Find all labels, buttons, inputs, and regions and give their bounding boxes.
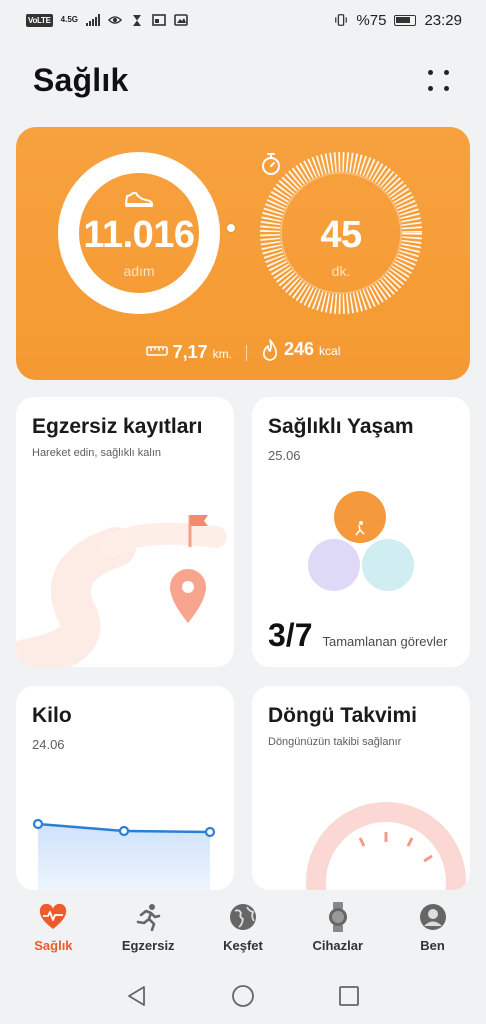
cycle-calendar-card[interactable]: Döngü Takvimi Döngünüzün takibi sağlanır [252, 686, 470, 890]
shoe-icon [123, 188, 155, 210]
nav-label-devices: Cihazlar [312, 938, 364, 953]
flame-icon [261, 339, 279, 366]
bottom-navigation: Sağlık Egzersiz Keşfet Cihazlar Ben [0, 890, 486, 968]
globe-icon [228, 902, 258, 932]
nav-item-devices[interactable]: Cihazlar [293, 890, 383, 968]
image-icon [174, 13, 188, 27]
minutes-value: 45 [320, 213, 362, 256]
healthy-living-card[interactable]: Sağlıklı Yaşam 25.06 3/7 Tamamlanan göre… [252, 397, 470, 667]
tasks-label: Tamamlanan görevler [322, 634, 448, 649]
steps-value: 11.016 [83, 213, 195, 256]
system-navigation [0, 968, 486, 1024]
nav-label-health: Sağlık [34, 938, 73, 953]
distance-stat: 7,17 km. [145, 342, 232, 363]
hourglass-icon [130, 13, 144, 27]
distance-value: 7,17 [172, 342, 208, 362]
nav-label-me: Ben [420, 938, 445, 953]
steps-center: 11.016 adım [58, 152, 220, 314]
steps-ring[interactable]: 11.016 adım [58, 152, 235, 314]
stats-divider [246, 344, 247, 361]
nav-item-health[interactable]: Sağlık [8, 890, 98, 968]
heart-pulse-icon [38, 902, 68, 932]
weight-trend-sparkline [32, 818, 216, 890]
home-icon[interactable] [231, 984, 255, 1008]
calories-stat: 246 kcal [261, 339, 340, 366]
watch-icon [323, 902, 353, 932]
person-icon [418, 902, 448, 932]
network-type: 4.5G [60, 15, 78, 24]
calories-value: 246 [284, 339, 315, 359]
steps-unit: adım [123, 262, 155, 279]
minutes-unit: dk. [331, 262, 351, 279]
tasks-summary: 3/7 Tamamlanan görevler [268, 617, 448, 654]
nav-label-discover: Keşfet [223, 938, 263, 953]
recents-icon[interactable] [337, 984, 361, 1008]
window-icon [152, 13, 166, 27]
tasks-count: 3/7 [268, 617, 313, 653]
activity-stats: 7,17 km. 246 kcal [16, 339, 470, 366]
minutes-center: 45 dk. [260, 152, 422, 314]
clock: 23:29 [424, 11, 462, 29]
nav-item-discover[interactable]: Keşfet [198, 890, 288, 968]
exercise-records-card[interactable]: Egzersiz kayıtları Hareket edin, sağlıkl… [16, 397, 234, 667]
nav-label-exercise: Egzersiz [121, 938, 175, 953]
route-illustration [16, 515, 227, 667]
battery-icon [394, 14, 417, 26]
page-title: Sağlık [33, 62, 129, 98]
nav-item-exercise[interactable]: Egzersiz [103, 890, 193, 968]
app-header: Sağlık [0, 52, 486, 108]
eye-icon [108, 13, 122, 27]
status-right: %75 23:29 [334, 12, 462, 29]
status-bar: VoLTE 4.5G %75 23:29 [0, 0, 486, 40]
cycle-illustration [306, 802, 466, 890]
volte-indicator: VoLTE [26, 13, 53, 27]
minutes-ring[interactable]: 45 dk. [260, 152, 422, 314]
status-left: VoLTE 4.5G [26, 13, 188, 27]
running-icon [133, 902, 163, 932]
calories-unit: kcal [319, 344, 341, 358]
signal-icon [86, 14, 100, 26]
ruler-icon [145, 344, 168, 362]
back-icon[interactable] [125, 984, 149, 1008]
more-options-icon[interactable] [420, 64, 456, 100]
vibrate-icon [334, 13, 348, 27]
distance-unit: km. [212, 347, 232, 361]
activity-card[interactable]: 11.016 adım 45 dk. 7,17 km. 246 kcal [16, 127, 470, 380]
weight-card[interactable]: Kilo 24.06 [16, 686, 234, 890]
battery-percent: %75 [356, 11, 387, 29]
steps-progress-knob [227, 224, 235, 232]
stopwatch-icon [262, 153, 357, 210]
nav-item-me[interactable]: Ben [388, 890, 478, 968]
